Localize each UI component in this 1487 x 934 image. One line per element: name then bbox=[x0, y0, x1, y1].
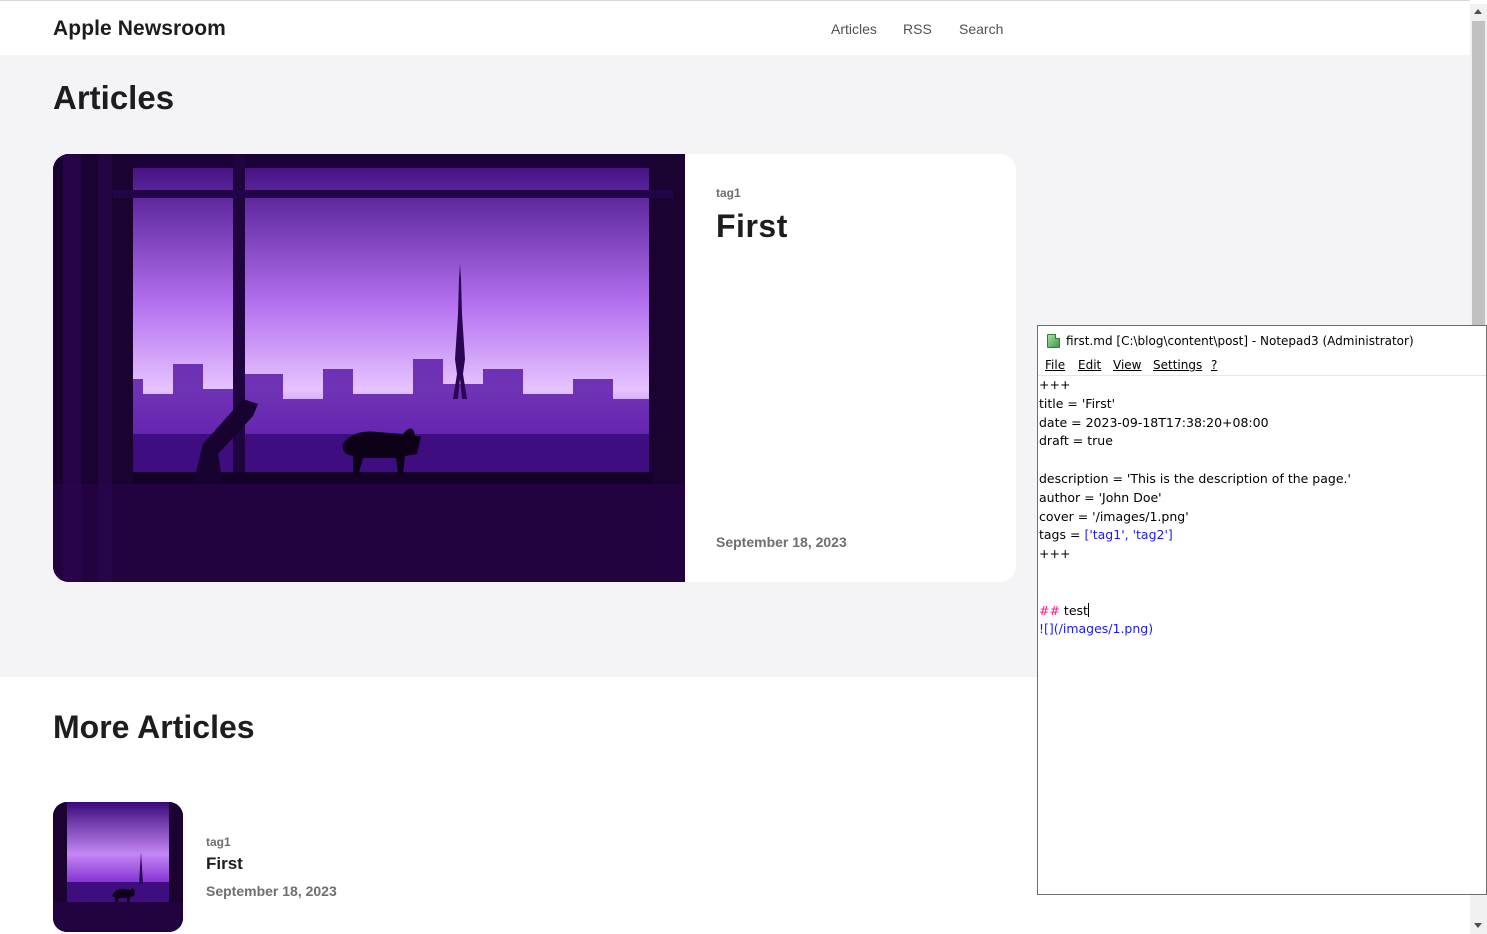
heading-marker: ## bbox=[1039, 602, 1060, 618]
featured-date: September 18, 2023 bbox=[716, 534, 847, 550]
editor-line: +++ bbox=[1039, 546, 1071, 562]
menu-view[interactable]: View bbox=[1113, 358, 1141, 372]
scrollbar-thumb[interactable] bbox=[1472, 21, 1485, 329]
notepad-titlebar[interactable]: first.md [C:\blog\content\post] - Notepa… bbox=[1038, 326, 1486, 356]
notepad-menubar: File Edit View Settings ? bbox=[1038, 356, 1486, 376]
editor-line: cover = '/images/1.png' bbox=[1039, 508, 1189, 524]
editor-line-empty bbox=[1039, 564, 1486, 583]
tags-key: tags = bbox=[1039, 527, 1085, 543]
page-title: Articles bbox=[53, 79, 175, 116]
editor-line: ## test bbox=[1039, 602, 1486, 621]
text-caret bbox=[1087, 602, 1089, 617]
featured-article-card[interactable]: tag1 First September 18, 2023 bbox=[53, 154, 1016, 582]
featured-tag[interactable]: tag1 bbox=[716, 186, 741, 200]
list-item-title[interactable]: First bbox=[206, 854, 243, 874]
nav-search[interactable]: Search bbox=[959, 21, 1003, 37]
editor-line: author = 'John Doe' bbox=[1039, 489, 1162, 505]
editor-line: ![](/images/1.png) bbox=[1039, 621, 1154, 637]
nav-articles[interactable]: Articles bbox=[831, 21, 877, 37]
menu-settings[interactable]: Settings bbox=[1153, 358, 1202, 372]
nav-rss[interactable]: RSS bbox=[903, 21, 932, 37]
featured-title[interactable]: First bbox=[716, 208, 788, 245]
night-city-cat-image[interactable] bbox=[53, 154, 685, 582]
editor-line-empty bbox=[1039, 451, 1486, 470]
list-item[interactable]: tag1 First September 18, 2023 bbox=[53, 802, 553, 932]
menu-file[interactable]: File bbox=[1045, 358, 1065, 372]
editor-line: +++ bbox=[1039, 377, 1071, 392]
editor-line: description = 'This is the description o… bbox=[1039, 470, 1351, 486]
site-header: Apple Newsroom Articles RSS Search bbox=[0, 4, 1470, 55]
notepad-title: first.md [C:\blog\content\post] - Notepa… bbox=[1066, 334, 1414, 348]
list-item-date: September 18, 2023 bbox=[206, 883, 337, 899]
notepad-app-icon bbox=[1047, 334, 1060, 348]
tags-value: ['tag1', 'tag2'] bbox=[1084, 527, 1173, 543]
list-item-tag[interactable]: tag1 bbox=[206, 835, 231, 849]
editor-line: draft = true bbox=[1039, 433, 1113, 449]
scroll-up-icon[interactable] bbox=[1474, 9, 1482, 14]
article-thumbnail[interactable] bbox=[53, 802, 183, 932]
site-brand[interactable]: Apple Newsroom bbox=[53, 17, 226, 41]
editor-line-empty bbox=[1039, 583, 1486, 602]
notepad-editor[interactable]: +++ title = 'First' date = 2023-09-18T17… bbox=[1038, 376, 1486, 894]
editor-line: tags = ['tag1', 'tag2'] bbox=[1039, 526, 1486, 545]
notepad-window: first.md [C:\blog\content\post] - Notepa… bbox=[1037, 325, 1487, 895]
heading-text: test bbox=[1059, 602, 1088, 618]
more-articles-title: More Articles bbox=[53, 709, 255, 745]
menu-edit[interactable]: Edit bbox=[1078, 358, 1101, 372]
editor-line: title = 'First' bbox=[1039, 395, 1116, 411]
editor-line: date = 2023-09-18T17:38:20+08:00 bbox=[1039, 414, 1269, 430]
scroll-down-icon[interactable] bbox=[1474, 923, 1482, 928]
menu-help[interactable]: ? bbox=[1211, 358, 1217, 372]
